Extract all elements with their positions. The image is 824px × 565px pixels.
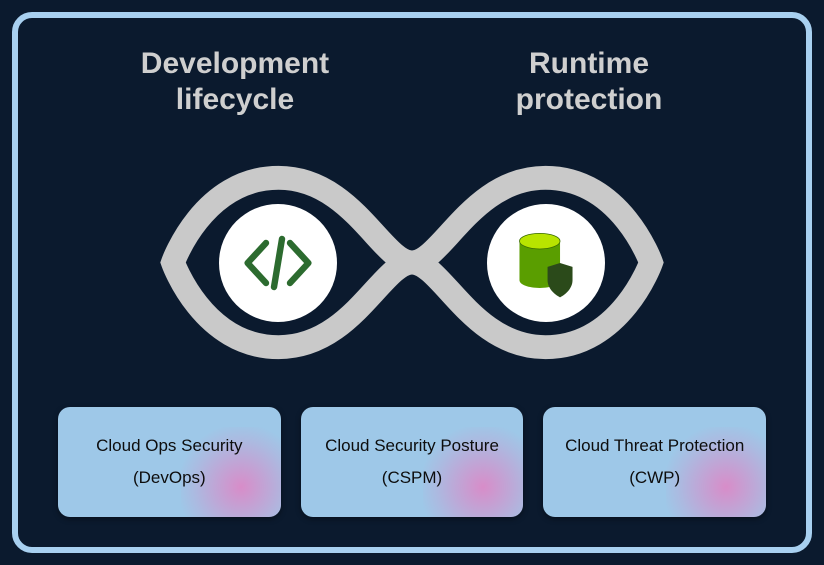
heading-development-lifecycle: Development lifecycle bbox=[105, 46, 365, 118]
card-title-cspm: Cloud Security Posture bbox=[325, 436, 499, 456]
card-title-cwp: Cloud Threat Protection bbox=[565, 436, 744, 456]
card-sub-cspm: (CSPM) bbox=[382, 468, 442, 488]
runtime-icon-circle bbox=[487, 204, 605, 322]
heading-right-text: Runtime protection bbox=[516, 47, 663, 116]
card-cwp: Cloud Threat Protection (CWP) bbox=[543, 407, 766, 517]
card-devops: Cloud Ops Security (DevOps) bbox=[58, 407, 281, 517]
database-shield-icon bbox=[507, 224, 585, 302]
diagram-frame: Development lifecycle Runtime protection bbox=[12, 12, 812, 553]
card-cspm: Cloud Security Posture (CSPM) bbox=[301, 407, 524, 517]
infinity-loop bbox=[152, 138, 672, 387]
dev-icon-circle bbox=[219, 204, 337, 322]
heading-left-text: Development lifecycle bbox=[141, 47, 329, 116]
headings-row: Development lifecycle Runtime protection bbox=[58, 46, 766, 118]
heading-runtime-protection: Runtime protection bbox=[459, 46, 719, 118]
card-title-devops: Cloud Ops Security bbox=[96, 436, 242, 456]
card-sub-cwp: (CWP) bbox=[629, 468, 680, 488]
card-sub-devops: (DevOps) bbox=[133, 468, 206, 488]
code-icon bbox=[238, 223, 318, 303]
cards-row: Cloud Ops Security (DevOps) Cloud Securi… bbox=[58, 407, 766, 517]
